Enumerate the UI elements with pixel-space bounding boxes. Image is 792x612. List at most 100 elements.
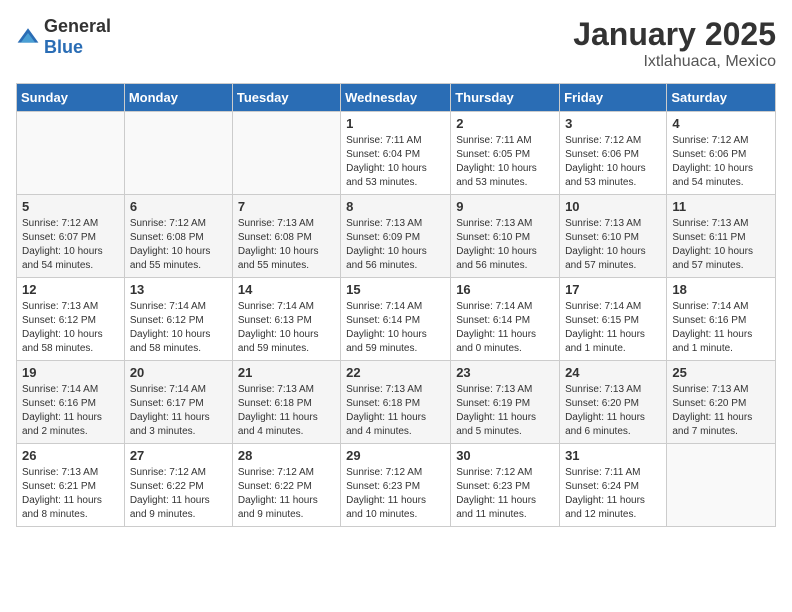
day-cell: 18 Sunrise: 7:14 AMSunset: 6:16 PMDayligh… (667, 278, 776, 361)
day-number: 21 (238, 365, 335, 380)
day-number: 26 (22, 448, 119, 463)
day-info: Sunrise: 7:13 AMSunset: 6:19 PMDaylight:… (456, 383, 554, 439)
day-info: Sunrise: 7:14 AMSunset: 6:14 PMDaylight:… (346, 300, 445, 356)
day-info: Sunrise: 7:13 AMSunset: 6:08 PMDaylight:… (238, 217, 335, 273)
day-cell: 13 Sunrise: 7:14 AMSunset: 6:12 PMDayligh… (124, 278, 232, 361)
day-cell: 7 Sunrise: 7:13 AMSunset: 6:08 PMDaylight… (232, 195, 340, 278)
day-cell: 31Sunrise: 7:11 AMSunset: 6:24 PMDayligh… (560, 444, 667, 527)
day-cell: 30Sunrise: 7:12 AMSunset: 6:23 PMDayligh… (451, 444, 560, 527)
day-number: 15 (346, 282, 445, 297)
day-cell: 14Sunrise: 7:14 AMSunset: 6:13 PMDayligh… (232, 278, 340, 361)
day-cell: 21 Sunrise: 7:13 AMSunset: 6:18 PMDayligh… (232, 361, 340, 444)
day-info: Sunrise: 7:12 AMSunset: 6:22 PMDaylight:… (130, 466, 227, 522)
day-cell: 17Sunrise: 7:14 AMSunset: 6:15 PMDayligh… (560, 278, 667, 361)
day-cell: 11 Sunrise: 7:13 AMSunset: 6:11 PMDayligh… (667, 195, 776, 278)
day-info: Sunrise: 7:12 AMSunset: 6:22 PMDaylight:… (238, 466, 335, 522)
day-number: 29 (346, 448, 445, 463)
weekday-header-row: SundayMondayTuesdayWednesdayThursdayFrid… (17, 84, 776, 112)
day-number: 25 (672, 365, 770, 380)
day-cell: 15 Sunrise: 7:14 AMSunset: 6:14 PMDayligh… (341, 278, 451, 361)
day-cell: 1 Sunrise: 7:11 AMSunset: 6:04 PMDaylight… (341, 112, 451, 195)
month-title: January 2025 (573, 16, 776, 53)
day-info: Sunrise: 7:12 AMSunset: 6:06 PMDaylight:… (672, 134, 770, 190)
week-row-5: 26 Sunrise: 7:13 AMSunset: 6:21 PMDayligh… (17, 444, 776, 527)
day-number: 27 (130, 448, 227, 463)
day-info: Sunrise: 7:13 AMSunset: 6:10 PMDaylight:… (456, 217, 554, 273)
day-info: Sunrise: 7:13 AMSunset: 6:18 PMDaylight:… (238, 383, 335, 439)
day-number: 18 (672, 282, 770, 297)
day-info: Sunrise: 7:13 AMSunset: 6:12 PMDaylight:… (22, 300, 119, 356)
day-cell: 27 Sunrise: 7:12 AMSunset: 6:22 PMDayligh… (124, 444, 232, 527)
day-info: Sunrise: 7:11 AMSunset: 6:04 PMDaylight:… (346, 134, 445, 190)
day-number: 30 (456, 448, 554, 463)
day-cell (124, 112, 232, 195)
day-number: 1 (346, 116, 445, 131)
day-info: Sunrise: 7:14 AMSunset: 6:12 PMDaylight:… (130, 300, 227, 356)
week-row-1: 1 Sunrise: 7:11 AMSunset: 6:04 PMDaylight… (17, 112, 776, 195)
day-number: 23 (456, 365, 554, 380)
day-info: Sunrise: 7:12 AMSunset: 6:06 PMDaylight:… (565, 134, 661, 190)
calendar-body: 1 Sunrise: 7:11 AMSunset: 6:04 PMDaylight… (17, 112, 776, 527)
day-number: 9 (456, 199, 554, 214)
page-header: General Blue January 2025 Ixtlahuaca, Me… (16, 16, 776, 71)
day-info: Sunrise: 7:12 AMSunset: 6:08 PMDaylight:… (130, 217, 227, 273)
day-number: 24 (565, 365, 661, 380)
logo-general: General (44, 16, 111, 36)
day-cell: 12 Sunrise: 7:13 AMSunset: 6:12 PMDayligh… (17, 278, 125, 361)
day-number: 11 (672, 199, 770, 214)
day-number: 13 (130, 282, 227, 297)
logo-blue: Blue (44, 37, 83, 57)
day-number: 7 (238, 199, 335, 214)
day-cell: 10Sunrise: 7:13 AMSunset: 6:10 PMDayligh… (560, 195, 667, 278)
day-number: 31 (565, 448, 661, 463)
day-info: Sunrise: 7:14 AMSunset: 6:14 PMDaylight:… (456, 300, 554, 356)
location-title: Ixtlahuaca, Mexico (573, 53, 776, 71)
day-cell: 3 Sunrise: 7:12 AMSunset: 6:06 PMDaylight… (560, 112, 667, 195)
day-cell (17, 112, 125, 195)
day-number: 14 (238, 282, 335, 297)
day-info: Sunrise: 7:13 AMSunset: 6:20 PMDaylight:… (565, 383, 661, 439)
day-info: Sunrise: 7:12 AMSunset: 6:23 PMDaylight:… (346, 466, 445, 522)
day-info: Sunrise: 7:13 AMSunset: 6:20 PMDaylight:… (672, 383, 770, 439)
weekday-header-thursday: Thursday (451, 84, 560, 112)
logo: General Blue (16, 16, 111, 58)
day-number: 8 (346, 199, 445, 214)
day-cell: 23 Sunrise: 7:13 AMSunset: 6:19 PMDayligh… (451, 361, 560, 444)
day-number: 6 (130, 199, 227, 214)
day-number: 20 (130, 365, 227, 380)
day-cell: 8 Sunrise: 7:13 AMSunset: 6:09 PMDaylight… (341, 195, 451, 278)
day-number: 4 (672, 116, 770, 131)
day-info: Sunrise: 7:13 AMSunset: 6:09 PMDaylight:… (346, 217, 445, 273)
day-cell: 20Sunrise: 7:14 AMSunset: 6:17 PMDayligh… (124, 361, 232, 444)
weekday-header-wednesday: Wednesday (341, 84, 451, 112)
calendar-table: SundayMondayTuesdayWednesdayThursdayFrid… (16, 83, 776, 527)
day-cell (667, 444, 776, 527)
day-cell (232, 112, 340, 195)
day-number: 5 (22, 199, 119, 214)
day-number: 28 (238, 448, 335, 463)
day-info: Sunrise: 7:13 AMSunset: 6:11 PMDaylight:… (672, 217, 770, 273)
logo-icon (16, 25, 40, 49)
day-info: Sunrise: 7:14 AMSunset: 6:16 PMDaylight:… (22, 383, 119, 439)
day-number: 16 (456, 282, 554, 297)
day-cell: 6 Sunrise: 7:12 AMSunset: 6:08 PMDaylight… (124, 195, 232, 278)
day-cell: 26 Sunrise: 7:13 AMSunset: 6:21 PMDayligh… (17, 444, 125, 527)
day-number: 19 (22, 365, 119, 380)
day-number: 3 (565, 116, 661, 131)
day-cell: 16 Sunrise: 7:14 AMSunset: 6:14 PMDayligh… (451, 278, 560, 361)
week-row-4: 19 Sunrise: 7:14 AMSunset: 6:16 PMDayligh… (17, 361, 776, 444)
day-cell: 5Sunrise: 7:12 AMSunset: 6:07 PMDaylight… (17, 195, 125, 278)
day-cell: 24 Sunrise: 7:13 AMSunset: 6:20 PMDayligh… (560, 361, 667, 444)
day-info: Sunrise: 7:13 AMSunset: 6:21 PMDaylight:… (22, 466, 119, 522)
day-number: 12 (22, 282, 119, 297)
day-cell: 28 Sunrise: 7:12 AMSunset: 6:22 PMDayligh… (232, 444, 340, 527)
week-row-3: 12 Sunrise: 7:13 AMSunset: 6:12 PMDayligh… (17, 278, 776, 361)
week-row-2: 5Sunrise: 7:12 AMSunset: 6:07 PMDaylight… (17, 195, 776, 278)
day-cell: 9 Sunrise: 7:13 AMSunset: 6:10 PMDaylight… (451, 195, 560, 278)
day-number: 22 (346, 365, 445, 380)
day-cell: 22Sunrise: 7:13 AMSunset: 6:18 PMDayligh… (341, 361, 451, 444)
day-number: 17 (565, 282, 661, 297)
day-cell: 29 Sunrise: 7:12 AMSunset: 6:23 PMDayligh… (341, 444, 451, 527)
day-info: Sunrise: 7:14 AMSunset: 6:16 PMDaylight:… (672, 300, 770, 356)
day-cell: 25 Sunrise: 7:13 AMSunset: 6:20 PMDayligh… (667, 361, 776, 444)
